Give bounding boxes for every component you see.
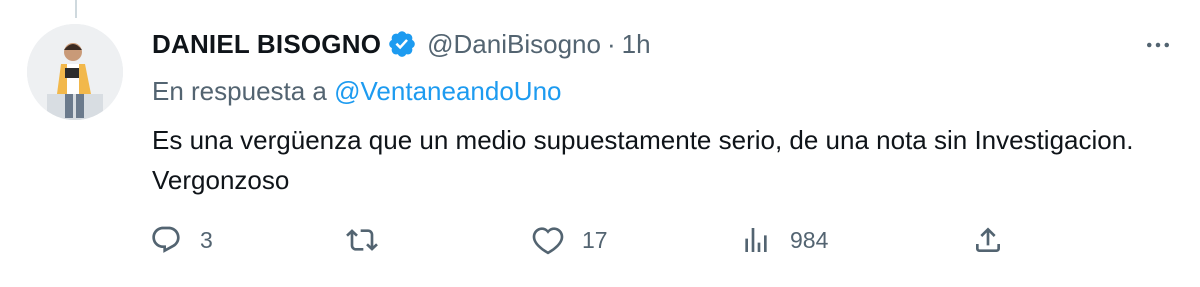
reply-context: En respuesta a @VentaneandoUno [152, 72, 1176, 110]
reply-icon [152, 226, 180, 253]
views-count: 984 [790, 226, 829, 253]
timestamp[interactable]: 1h [622, 29, 651, 60]
reply-mention-link[interactable]: @VentaneandoUno [334, 76, 561, 106]
verified-badge-icon [387, 29, 417, 59]
views-icon [745, 228, 767, 252]
tweet-content: DANIEL BISOGNO @DaniBisogno · 1h En resp… [152, 22, 1176, 200]
tweet-text: Es una vergüenza que un medio supuestame… [152, 125, 1134, 195]
action-bar: 3 17 984 [150, 220, 1010, 260]
avatar[interactable] [27, 24, 123, 120]
user-handle[interactable]: @DaniBisogno [427, 29, 601, 60]
thread-line [75, 0, 77, 18]
tweet-header: DANIEL BISOGNO @DaniBisogno · 1h [152, 22, 1176, 66]
retweet-button[interactable] [346, 220, 396, 260]
reply-button[interactable]: 3 [150, 220, 213, 260]
views-button[interactable]: 984 [740, 220, 828, 260]
like-count: 17 [582, 226, 608, 253]
display-name[interactable]: DANIEL BISOGNO [152, 29, 381, 60]
avatar-image [27, 24, 123, 120]
share-button[interactable] [972, 220, 1004, 260]
reply-count: 3 [200, 226, 213, 253]
reply-prefix: En respuesta a [152, 76, 327, 106]
like-button[interactable]: 17 [532, 220, 608, 260]
separator-dot: · [606, 28, 616, 59]
share-icon [976, 227, 1000, 252]
more-icon[interactable] [1140, 30, 1176, 60]
like-icon [532, 227, 564, 255]
retweet-icon [346, 229, 378, 251]
